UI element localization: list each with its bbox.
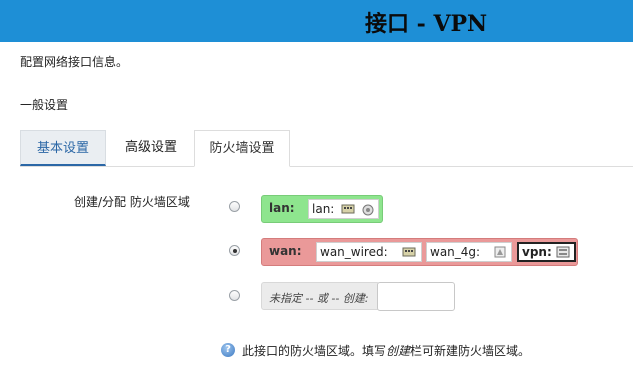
network-wan-wired-label: wan_wired: [320, 245, 388, 259]
zone-unspecified[interactable]: 未指定 -- 或 -- 创建: [261, 282, 380, 310]
zone-wan-radio[interactable] [229, 245, 240, 256]
page-title: 接口 - VPN [365, 11, 488, 37]
network-vpn-label: vpn: [522, 245, 552, 259]
switch-icon [341, 204, 355, 214]
create-zone-input[interactable] [377, 282, 455, 311]
network-lan: lan: [308, 199, 379, 219]
page-description: 配置网络接口信息。 [20, 55, 129, 69]
network-wan-4g-label: wan_4g: [430, 245, 481, 259]
device-icon [494, 246, 506, 258]
title-bar: 接口 - VPN [0, 0, 633, 42]
tab-bar: 基本设置 高级设置 防火墙设置 [20, 130, 633, 167]
zone-lan[interactable]: lan: lan: [261, 195, 383, 223]
wifi-icon [362, 204, 374, 216]
zone-wan[interactable]: wan: wan_wired: wan_4g: vpn: [261, 238, 578, 266]
help-text: 此接口的防火墙区域。填写创建栏可新建防火墙区域。 [242, 342, 530, 359]
tab-divider [20, 166, 633, 167]
section-title: 一般设置 [20, 98, 69, 112]
tab-advanced-settings[interactable]: 高级设置 [110, 130, 192, 166]
help-text-after: 栏可新建防火墙区域。 [410, 344, 531, 358]
network-vpn: vpn: [517, 242, 576, 262]
help-icon: ? [221, 343, 235, 357]
network-wan-4g: wan_4g: [426, 242, 512, 262]
network-icon [556, 246, 570, 258]
tab-general-settings[interactable]: 基本设置 [20, 130, 106, 166]
zone-wan-name: wan: [269, 244, 302, 258]
zone-unspecified-label: 未指定 -- 或 -- 创建: [269, 292, 369, 305]
help-text-emphasis: 创建 [386, 344, 411, 358]
network-lan-label: lan: [312, 202, 335, 216]
switch-icon [402, 247, 416, 257]
help-text-before: 此接口的防火墙区域。填写 [242, 344, 387, 358]
zone-lan-radio[interactable] [229, 201, 240, 212]
zone-lan-name: lan: [269, 201, 295, 215]
network-wan-wired: wan_wired: [316, 242, 422, 262]
tab-firewall-settings[interactable]: 防火墙设置 [194, 130, 290, 167]
zone-unspecified-radio[interactable] [229, 290, 240, 301]
firewall-zone-label: 创建/分配 防火墙区域 [74, 195, 190, 209]
